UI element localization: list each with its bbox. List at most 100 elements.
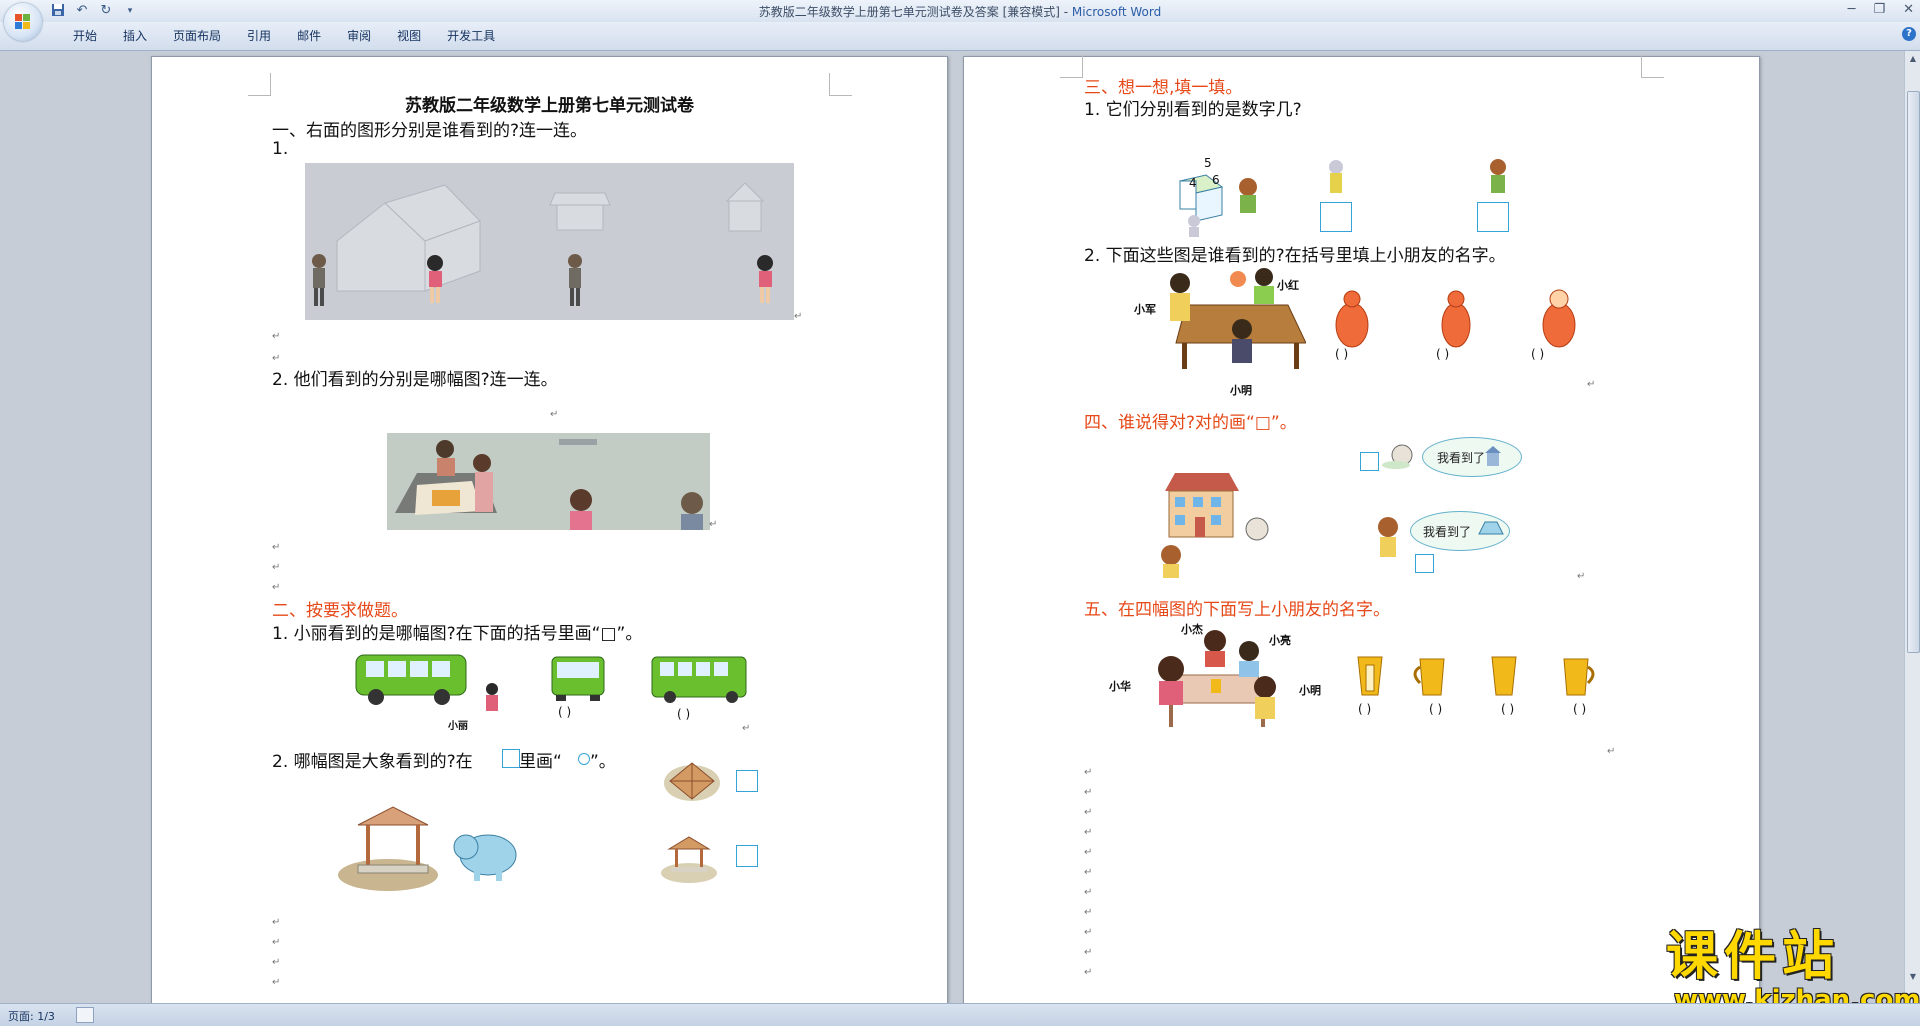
paragraph-mark: ↵	[272, 937, 281, 948]
question-2-2-part-c: ”。	[590, 752, 616, 772]
name-label-xiaoming-2: 小明	[1299, 684, 1321, 697]
scroll-up-icon[interactable]: ▲	[1907, 53, 1919, 65]
document-page-1[interactable]: 苏教版二年级数学上册第七单元测试卷 一、右面的图形分别是谁看到的?连一连。 1.	[151, 56, 948, 1004]
margin-corner	[1641, 55, 1664, 78]
answer-box[interactable]	[1477, 202, 1509, 232]
help-icon[interactable]: ?	[1902, 27, 1916, 41]
question-3-1: 1. 它们分别看到的是数字几?	[1084, 100, 1302, 120]
name-label-xiaoliang: 小亮	[1269, 634, 1291, 647]
speech-bubble-text: 我看到了	[1423, 525, 1472, 539]
question-3-2: 2. 下面这些图是谁看到的?在括号里填上小朋友的名字。	[1084, 246, 1506, 266]
cup-views-image	[1356, 651, 1606, 701]
document-title: 苏教版二年级数学上册第七单元测试卷及答案 [兼容模式] -	[758, 5, 1072, 19]
document-page-2[interactable]: 三、想一想,填一填。 1. 它们分别看到的是数字几? 5 4 6 2. 下面这些…	[963, 55, 1760, 1004]
window-controls: ─ ❐ ✕	[1848, 2, 1914, 17]
paragraph-mark: ↵	[1084, 807, 1093, 818]
pavilion-elephant-image	[338, 805, 538, 895]
section-5-heading: 五、在四幅图的下面写上小朋友的名字。	[1084, 600, 1390, 620]
paragraph-mark: ↵	[1084, 847, 1093, 858]
maximize-icon[interactable]: ❐	[1873, 2, 1885, 17]
paragraph-mark: ↵	[272, 977, 281, 988]
page-counter[interactable]: 页面: 1/3	[8, 1008, 55, 1024]
scrollbar-thumb[interactable]	[1907, 91, 1920, 653]
house-monkey-snail-image	[1149, 469, 1279, 579]
minimize-icon[interactable]: ─	[1848, 2, 1856, 17]
tab-view[interactable]: 视图	[384, 28, 434, 44]
vertical-scrollbar[interactable]: ▲ ▼	[1904, 51, 1920, 1003]
watermark-cn: 课件站	[1666, 927, 1841, 987]
trapezoid-roof-icon	[1478, 520, 1504, 535]
paragraph-mark: ↵	[550, 409, 559, 420]
answer-parentheses[interactable]: ( )	[1436, 347, 1449, 361]
dice-monkey-mouse-image	[1176, 157, 1276, 237]
answer-parentheses[interactable]: ( )	[1501, 702, 1514, 716]
question-1-2: 2. 他们看到的分别是哪幅图?连一连。	[272, 370, 558, 390]
close-icon[interactable]: ✕	[1903, 2, 1914, 17]
window-title: 苏教版二年级数学上册第七单元测试卷及答案 [兼容模式] - Microsoft …	[0, 3, 1920, 20]
answer-parentheses[interactable]: ( )	[558, 705, 571, 719]
tab-references[interactable]: 引用	[234, 28, 284, 44]
title-bar: ↶ ↻ ▾ 苏教版二年级数学上册第七单元测试卷及答案 [兼容模式] - Micr…	[0, 0, 1920, 23]
name-label-xiaojie: 小杰	[1181, 623, 1203, 636]
question-1-1: 1.	[272, 139, 289, 159]
office-button[interactable]	[4, 3, 42, 41]
paragraph-mark: ↵	[1084, 907, 1093, 918]
question-2-1: 1. 小丽看到的是哪幅图?在下面的括号里画“□”。	[272, 624, 643, 644]
house-views-image	[305, 163, 794, 320]
speech-bubble: 我看到了	[1422, 437, 1522, 477]
paragraph-mark: ↵	[272, 331, 281, 342]
answer-parentheses[interactable]: ( )	[1573, 702, 1586, 716]
paragraph-mark: ↵	[1084, 927, 1093, 938]
answer-parentheses[interactable]: ( )	[677, 707, 690, 721]
answer-parentheses[interactable]: ( )	[1335, 347, 1348, 361]
section-2-heading: 二、按要求做题。	[272, 601, 408, 621]
paragraph-mark: ↵	[1084, 947, 1093, 958]
paragraph-mark: ↵	[742, 723, 751, 734]
paragraph-mark: ↵	[794, 311, 803, 322]
watermark-logo: 课件站 www.kjzhan.com	[1666, 928, 1920, 1014]
teletubby-views-image	[1334, 285, 1614, 355]
paragraph-mark: ↵	[1084, 967, 1093, 978]
answer-box[interactable]	[736, 845, 758, 867]
document-view-icon[interactable]	[76, 1007, 94, 1023]
answer-parentheses[interactable]: ( )	[1531, 347, 1544, 361]
tab-developer[interactable]: 开发工具	[434, 28, 508, 44]
paragraph-mark: ↵	[272, 353, 281, 364]
section-1-heading: 一、右面的图形分别是谁看到的?连一连。	[272, 121, 588, 141]
margin-corner	[829, 73, 852, 96]
section-4-heading: 四、谁说得对?对的画“□”。	[1084, 413, 1297, 433]
pavilion-side-view-image	[659, 835, 719, 885]
table-views-image	[387, 433, 710, 530]
square-symbol-icon	[502, 749, 520, 768]
office-logo-icon	[15, 14, 31, 30]
monkey-small-image	[1370, 515, 1406, 561]
tab-home[interactable]: 开始	[60, 28, 110, 44]
dice-number-front: 4	[1189, 176, 1197, 190]
tab-page-layout[interactable]: 页面布局	[160, 28, 234, 44]
paragraph-mark: ↵	[1587, 379, 1596, 390]
answer-parentheses[interactable]: ( )	[1358, 702, 1371, 716]
tab-review[interactable]: 审阅	[334, 28, 384, 44]
answer-box[interactable]	[736, 770, 758, 792]
name-label-xiaojun: 小军	[1134, 303, 1156, 316]
answer-box[interactable]	[1360, 452, 1379, 471]
children-around-table-image	[1149, 629, 1289, 729]
tab-insert[interactable]: 插入	[110, 28, 160, 44]
tab-mailings[interactable]: 邮件	[284, 28, 334, 44]
paragraph-mark: ↵	[1607, 746, 1616, 757]
pavilion-top-view-image	[662, 759, 722, 804]
speech-bubble-text: 我看到了	[1437, 451, 1486, 465]
paragraph-mark: ↵	[1084, 767, 1093, 778]
paragraph-mark: ↵	[272, 957, 281, 968]
paragraph-mark: ↵	[272, 542, 281, 553]
monkey-figure-image	[1482, 157, 1516, 195]
margin-corner	[1060, 55, 1083, 78]
paragraph-mark: ↵	[272, 582, 281, 593]
app-name: Microsoft Word	[1071, 5, 1162, 19]
name-label-xiaohua: 小华	[1109, 680, 1131, 693]
answer-box[interactable]	[1320, 202, 1352, 232]
paragraph-mark: ↵	[1084, 827, 1093, 838]
answer-box[interactable]	[1415, 554, 1434, 573]
answer-parentheses[interactable]: ( )	[1429, 702, 1442, 716]
paragraph-mark: ↵	[1084, 867, 1093, 878]
